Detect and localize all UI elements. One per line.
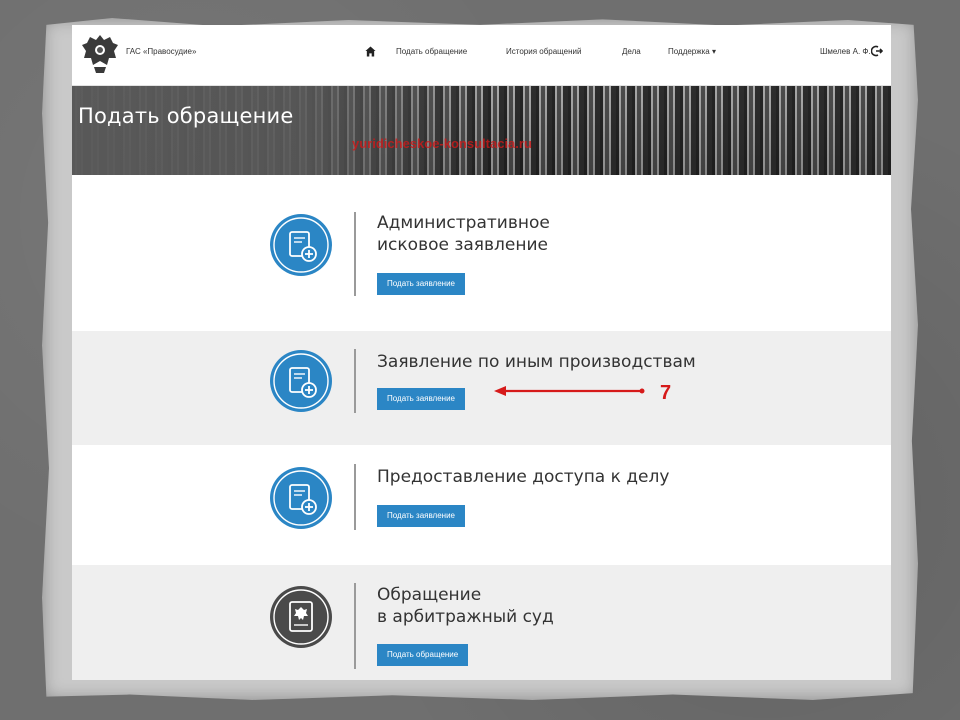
section-divider (354, 583, 356, 669)
browser-screen: ГАС «Правосудие» Подать обращение Истори… (72, 25, 891, 680)
section-other-proceedings: Заявление по иным производствам Подать з… (72, 331, 891, 445)
section-icon-circle (269, 349, 333, 413)
page-title: Подать обращение (78, 104, 294, 128)
annotation-number: 7 (660, 382, 672, 404)
section-icon-circle (269, 466, 333, 530)
document-plus-icon (270, 467, 332, 529)
annotation-arrow-icon (494, 386, 645, 396)
submit-arbitration-appeal-button[interactable]: Подать обращение (377, 644, 469, 666)
user-name[interactable]: Шмелев А. Ф. (820, 47, 871, 56)
document-plus-icon (270, 350, 332, 412)
court-document-icon (270, 586, 332, 648)
section-title: Заявление по иным производствам (377, 352, 696, 372)
section-divider (354, 464, 356, 530)
submit-other-proceedings-button[interactable]: Подать заявление (377, 388, 465, 410)
nav-appeal-history[interactable]: История обращений (506, 47, 581, 56)
page-banner: Подать обращение yuridicheskoe-konsultac… (72, 86, 891, 175)
brand-name[interactable]: ГАС «Правосудие» (126, 47, 196, 56)
coat-of-arms-icon (82, 35, 118, 73)
section-divider (354, 349, 356, 413)
section-title: Административное исковое заявление (377, 213, 550, 255)
document-plus-icon (270, 214, 332, 276)
section-administrative-claim: Административное исковое заявление Подат… (72, 176, 891, 330)
watermark-text: yuridicheskoe-konsultacia.ru (352, 136, 532, 151)
submit-administrative-claim-button[interactable]: Подать заявление (377, 273, 465, 295)
section-divider (354, 212, 356, 296)
logout-icon[interactable] (871, 45, 883, 57)
section-title: Предоставление доступа к делу (377, 467, 670, 487)
home-icon[interactable] (365, 46, 376, 57)
section-icon-circle (269, 585, 333, 649)
section-title: Обращение в арбитражный суд (377, 585, 554, 627)
section-case-access: Предоставление доступа к делу Подать зая… (72, 446, 891, 564)
section-icon-circle (269, 213, 333, 277)
top-navigation: ГАС «Правосудие» Подать обращение Истори… (72, 25, 891, 86)
nav-support-dropdown[interactable]: Поддержка ▾ (668, 47, 716, 56)
nav-cases[interactable]: Дела (622, 47, 641, 56)
section-arbitration-court: Обращение в арбитражный суд Подать обращ… (72, 565, 891, 680)
nav-submit-appeal[interactable]: Подать обращение (396, 47, 467, 56)
submit-case-access-button[interactable]: Подать заявление (377, 505, 465, 527)
